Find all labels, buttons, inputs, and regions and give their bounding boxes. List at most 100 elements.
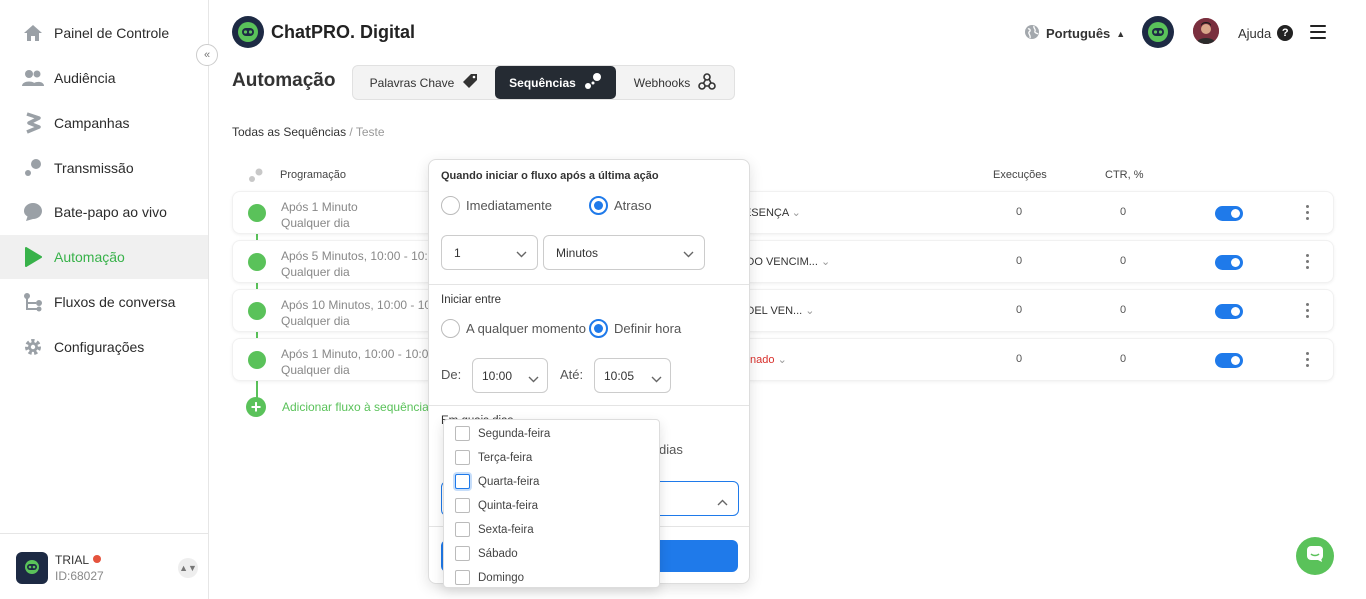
- when-title: Quando iniciar o fluxo após a última açã…: [441, 170, 659, 182]
- page-title: Automação: [232, 70, 336, 91]
- add-flow-label[interactable]: Adicionar fluxo à sequência: [282, 400, 429, 414]
- day-label: Terça-feira: [478, 451, 533, 464]
- day-option-tuesday[interactable]: Terça-feira: [455, 450, 532, 465]
- row-schedule: Após 5 Minutos, 10:00 - 10:0: [281, 249, 435, 263]
- support-chat-button[interactable]: [1296, 537, 1334, 575]
- table-row[interactable]: Após 1 Minuto, 10:00 - 10:05 Qualquer di…: [232, 338, 1334, 381]
- chevron-down-icon: [516, 247, 527, 261]
- flow-icon: [22, 291, 44, 313]
- language-selector[interactable]: Português ▲: [1024, 24, 1125, 43]
- account-switcher[interactable]: TRIAL ID:68027 ▲▼: [0, 533, 208, 599]
- users-icon: [22, 67, 44, 89]
- day-option-thursday[interactable]: Quinta-feira: [455, 498, 538, 513]
- chevron-down-icon: [651, 372, 662, 386]
- day-option-wednesday[interactable]: Quarta-feira: [455, 474, 539, 489]
- sidebar-item-settings[interactable]: Configurações: [0, 325, 208, 369]
- header-ctr: CTR, %: [1105, 169, 1144, 181]
- to-time-select[interactable]: 10:05: [594, 358, 671, 393]
- checkbox[interactable]: [455, 522, 470, 537]
- brand-logo: [232, 16, 264, 48]
- collapse-sidebar-button[interactable]: «: [196, 44, 218, 66]
- account-id: ID:68027: [55, 569, 104, 583]
- workspace-logo[interactable]: [1142, 16, 1174, 48]
- tab-keywords[interactable]: Palavras Chave: [353, 66, 495, 99]
- checkbox[interactable]: [455, 474, 470, 489]
- add-flow-button[interactable]: +: [246, 397, 266, 417]
- day-option-friday[interactable]: Sexta-feira: [455, 522, 534, 537]
- row-flow[interactable]: S DO VENCIM... ⌄: [736, 255, 830, 268]
- kebab-menu-icon[interactable]: [1306, 303, 1310, 321]
- row-toggle[interactable]: [1215, 304, 1243, 319]
- table-row[interactable]: Após 10 Minutos, 10:00 - 10: Qualquer di…: [232, 289, 1334, 332]
- day-option-sunday[interactable]: Domingo: [455, 570, 524, 585]
- tab-label: Palavras Chave: [369, 75, 455, 90]
- radio-delay[interactable]: Atraso: [589, 196, 652, 215]
- row-toggle[interactable]: [1215, 353, 1243, 368]
- day-label: Quinta-feira: [478, 499, 539, 512]
- sidebar-item-conversation-flows[interactable]: Fluxos de conversa: [0, 280, 208, 324]
- radio-set-time[interactable]: Definir hora: [589, 319, 681, 338]
- broadcast-icon: [22, 157, 44, 179]
- row-ctr: 0: [1120, 255, 1127, 267]
- row-toggle[interactable]: [1215, 206, 1243, 221]
- day-option-saturday[interactable]: Sábado: [455, 546, 518, 561]
- tab-webhooks[interactable]: Webhooks: [616, 66, 734, 99]
- from-label: De:: [441, 367, 462, 382]
- breadcrumb-root[interactable]: Todas as Sequências: [232, 125, 346, 139]
- sidebar-item-label: Campanhas: [54, 115, 130, 131]
- tag-icon: [462, 73, 478, 92]
- menu-icon[interactable]: [1310, 25, 1326, 43]
- day-option-monday[interactable]: Segunda-feira: [455, 426, 550, 441]
- sidebar-item-label: Configurações: [54, 339, 145, 355]
- sidebar-item-campaigns[interactable]: Campanhas: [0, 101, 208, 145]
- timeline-dot: [248, 302, 266, 320]
- from-time-select[interactable]: 10:00: [472, 358, 548, 393]
- row-schedule: Após 10 Minutos, 10:00 - 10:: [281, 298, 435, 312]
- chat-bubble-icon: [1306, 545, 1324, 568]
- days-option-label: dias: [659, 442, 683, 457]
- kebab-menu-icon[interactable]: [1306, 205, 1310, 223]
- webhook-icon: [698, 72, 717, 93]
- sidebar-item-label: Painel de Controle: [54, 25, 170, 41]
- delay-value-select[interactable]: 1: [441, 235, 538, 270]
- day-label: Domingo: [478, 571, 525, 584]
- sidebar-item-dashboard[interactable]: Painel de Controle: [0, 11, 208, 55]
- checkbox[interactable]: [455, 498, 470, 513]
- help-link[interactable]: Ajuda ?: [1238, 25, 1294, 41]
- radio-label: Atraso: [614, 198, 652, 213]
- chevron-down-icon: [528, 372, 539, 386]
- days-dropdown: Segunda-feira Terça-feira Quarta-feira Q…: [443, 419, 660, 588]
- chevron-down-icon: ⌄: [820, 256, 831, 268]
- sidebar-item-automation[interactable]: Automação: [0, 235, 208, 279]
- sidebar-item-label: Fluxos de conversa: [54, 294, 176, 310]
- sidebar-item-audience[interactable]: Audiência: [0, 56, 208, 100]
- sort-icon[interactable]: ▲▼: [178, 558, 198, 578]
- table-row[interactable]: Após 1 Minuto Qualquer dia RESENÇA ⌄ 0 0: [232, 191, 1334, 234]
- row-toggle[interactable]: [1215, 255, 1243, 270]
- table-row[interactable]: Após 5 Minutos, 10:00 - 10:0 Qualquer di…: [232, 240, 1334, 283]
- checkbox[interactable]: [455, 546, 470, 561]
- checkbox[interactable]: [455, 426, 470, 441]
- gear-icon: [22, 336, 44, 358]
- sidebar-item-live-chat[interactable]: Bate-papo ao vivo: [0, 190, 208, 234]
- radio-anytime[interactable]: A qualquer momento: [441, 319, 586, 338]
- row-executions: 0: [1016, 353, 1023, 365]
- tab-sequences[interactable]: Sequências: [495, 66, 616, 99]
- row-days: Qualquer dia: [281, 265, 350, 279]
- checkbox[interactable]: [455, 450, 470, 465]
- radio-circle: [589, 319, 608, 338]
- sidebar-item-broadcast[interactable]: Transmissão: [0, 146, 208, 190]
- sidebar-item-label: Bate-papo ao vivo: [54, 204, 167, 220]
- checkbox[interactable]: [455, 570, 470, 585]
- breadcrumb: Todas as Sequências / Teste: [232, 125, 385, 139]
- day-label: Quarta-feira: [478, 475, 540, 488]
- radio-label: Imediatamente: [466, 198, 552, 213]
- day-label: Segunda-feira: [478, 427, 551, 440]
- kebab-menu-icon[interactable]: [1306, 352, 1310, 370]
- kebab-menu-icon[interactable]: [1306, 254, 1310, 272]
- status-dot: [93, 555, 102, 563]
- user-avatar[interactable]: [1193, 18, 1219, 44]
- radio-immediately[interactable]: Imediatamente: [441, 196, 552, 215]
- delay-unit-select[interactable]: Minutos: [543, 235, 705, 270]
- row-ctr: 0: [1120, 353, 1127, 365]
